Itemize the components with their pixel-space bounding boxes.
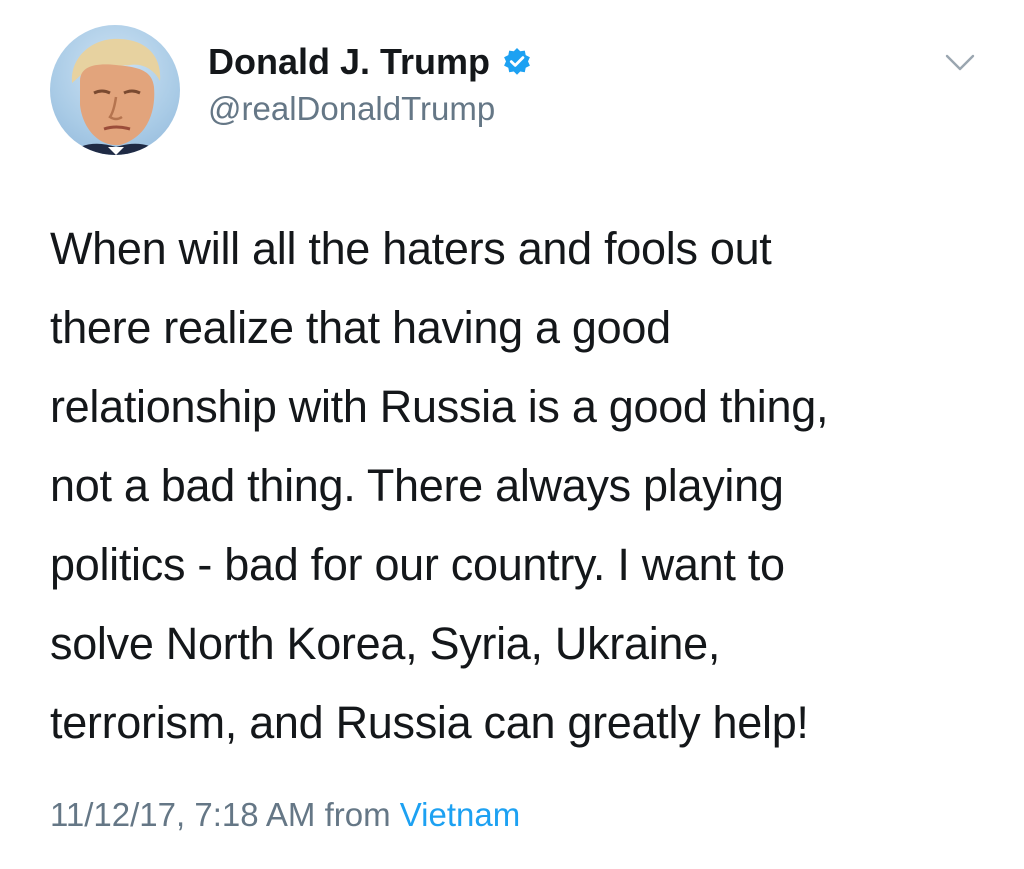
verified-badge-icon [502,47,532,77]
tweet-text-line: politics - bad for our country. I want t… [50,539,785,590]
author-name-row: Donald J. Trump [208,40,532,84]
author-display-name[interactable]: Donald J. Trump [208,41,490,83]
tweet-source-link[interactable]: Vietnam [400,796,520,833]
tweet-text-line: not a bad thing. There always playing [50,460,784,511]
tweet-meta: 11/12/17, 7:18 AM from Vietnam [50,796,520,834]
avatar[interactable] [50,25,180,155]
tweet-text-line: terrorism, and Russia can greatly help! [50,697,809,748]
profile-photo-icon [68,38,164,155]
tweet-text-line: relationship with Russia is a good thing… [50,381,829,432]
tweet-text-line: solve North Korea, Syria, Ukraine, [50,618,721,669]
tweet-timestamp[interactable]: 11/12/17, 7:18 AM [50,796,315,833]
tweet-text: When will all the haters and fools out t… [50,209,990,762]
tweet-text-line: there realize that having a good [50,302,671,353]
tweet-text-line: When will all the haters and fools out [50,223,772,274]
from-label: from [324,796,391,833]
tweet-card: Donald J. Trump @realDonaldTrump When wi… [0,0,1024,869]
author-handle[interactable]: @realDonaldTrump [208,90,495,128]
chevron-down-icon[interactable] [944,52,976,74]
